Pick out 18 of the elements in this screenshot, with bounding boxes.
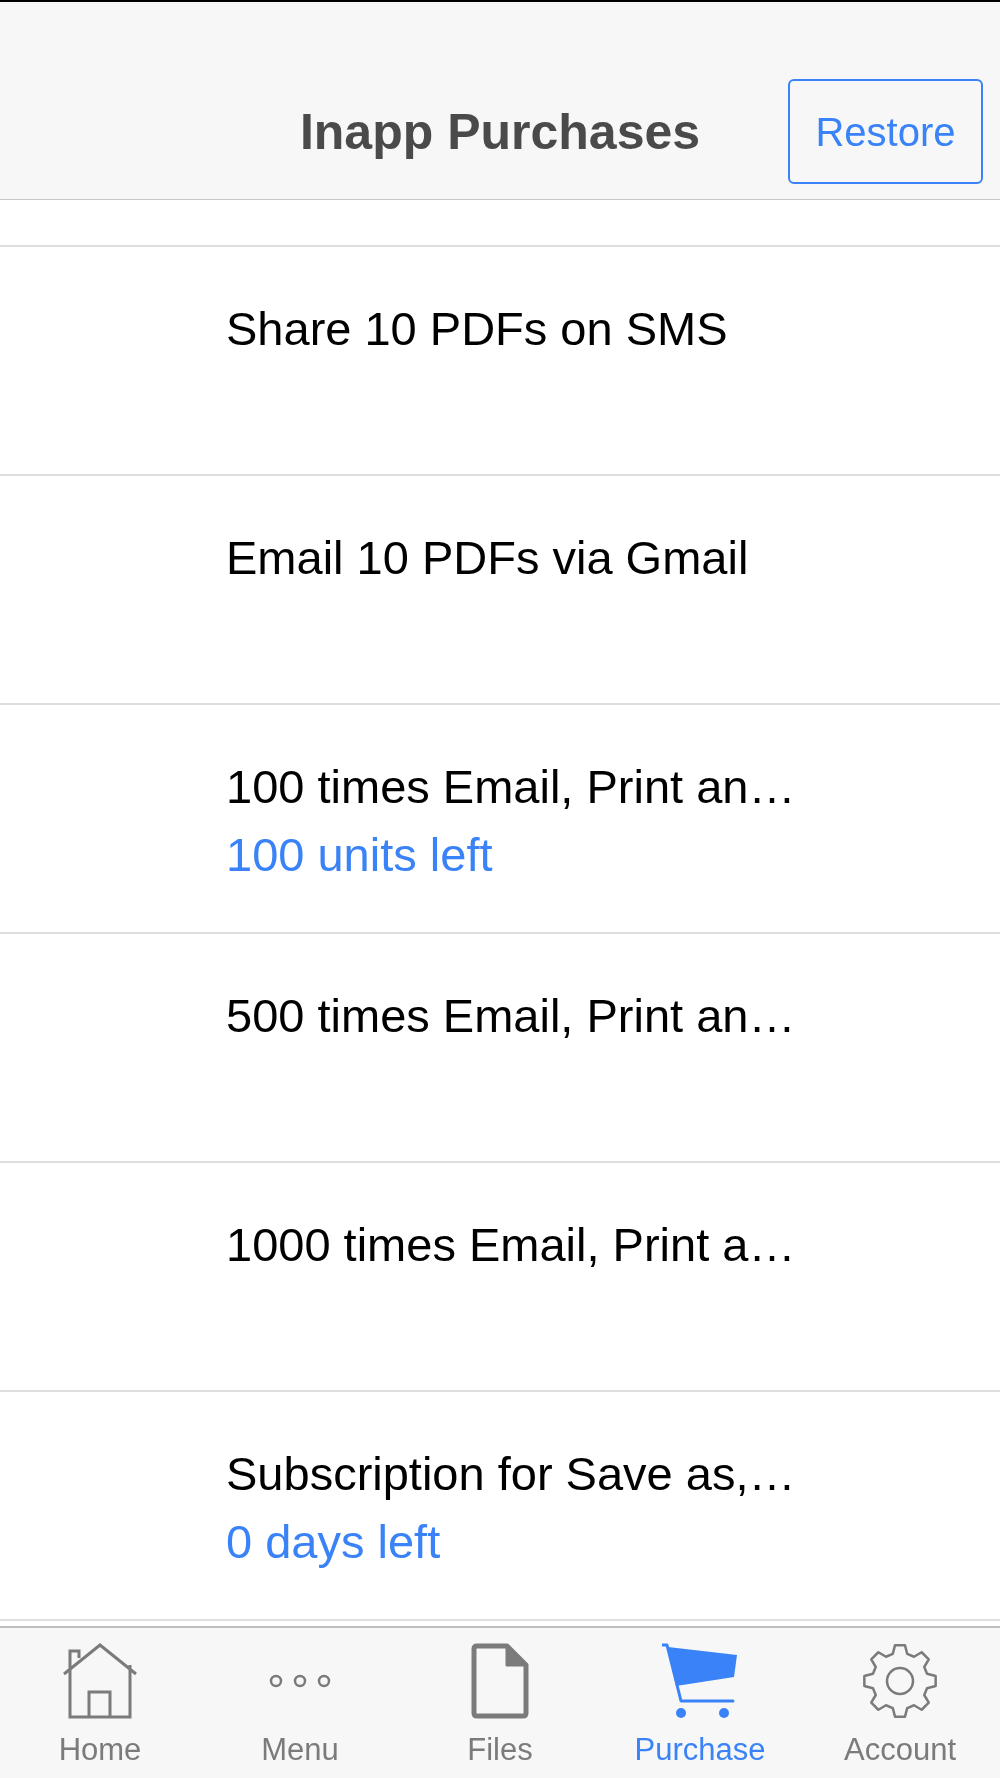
product-title: Share 10 PDFs on SMS (226, 301, 728, 357)
product-title: 1000 times Email, Print a… (226, 1217, 796, 1273)
tab-bar-item[interactable]: Home (0, 1628, 200, 1778)
product-title: Email 10 PDFs via Gmail (226, 530, 749, 586)
product-title: Subscription for Save as,… (226, 1446, 796, 1502)
ellipsis-icon (269, 1674, 331, 1688)
product-title: 500 times Email, Print an… (226, 988, 796, 1044)
home-icon (62, 1643, 138, 1719)
document-icon (471, 1643, 529, 1719)
tab-bar-item[interactable]: Account (800, 1628, 1000, 1778)
remaining-text: 0 days left (226, 1514, 441, 1570)
screen-title: Inapp Purchases (299, 102, 701, 162)
cart-icon (662, 1642, 738, 1720)
tab-bar-item[interactable]: Files (400, 1628, 600, 1778)
product-title: 100 times Email, Print an… (226, 759, 796, 815)
gear-icon (862, 1643, 938, 1719)
remaining-text: 100 units left (226, 827, 493, 883)
tab-bar-item[interactable]: Menu (200, 1628, 400, 1778)
